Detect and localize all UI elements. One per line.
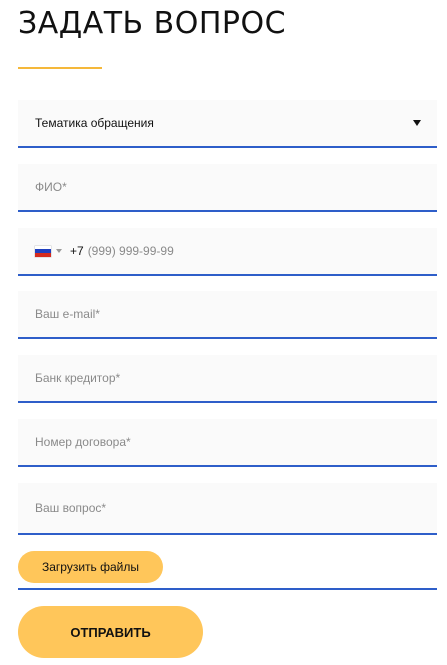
phone-dial-code: +7 [70,244,84,258]
full-name-placeholder: ФИО* [35,180,67,194]
bank-creditor-placeholder: Банк кредитор* [35,371,121,385]
russia-flag-icon[interactable] [35,245,51,257]
question-placeholder: Ваш вопрос* [35,501,107,515]
page-title: ЗАДАТЬ ВОПРОС [18,6,287,41]
upload-files-button[interactable]: Загрузить файлы [18,551,163,583]
topic-select-value: Тематика обращения [35,116,154,130]
triangle-down-icon [413,120,421,126]
full-name-field[interactable]: ФИО* [18,164,437,212]
submit-button[interactable]: ОТПРАВИТЬ [18,606,203,658]
phone-field[interactable]: +7 (999) 999-99-99 [18,228,437,276]
contract-number-field[interactable]: Номер договора* [18,419,437,467]
title-underline [18,67,102,69]
file-upload-row: Загрузить файлы [18,551,437,590]
question-field[interactable]: Ваш вопрос* [18,483,437,535]
phone-placeholder: (999) 999-99-99 [87,244,174,258]
small-triangle-down-icon[interactable] [56,249,62,253]
contract-number-placeholder: Номер договора* [35,435,131,449]
topic-select[interactable]: Тематика обращения [18,100,437,148]
email-placeholder: Ваш e-mail* [35,307,100,321]
email-field[interactable]: Ваш e-mail* [18,291,437,339]
bank-creditor-field[interactable]: Банк кредитор* [18,355,437,403]
